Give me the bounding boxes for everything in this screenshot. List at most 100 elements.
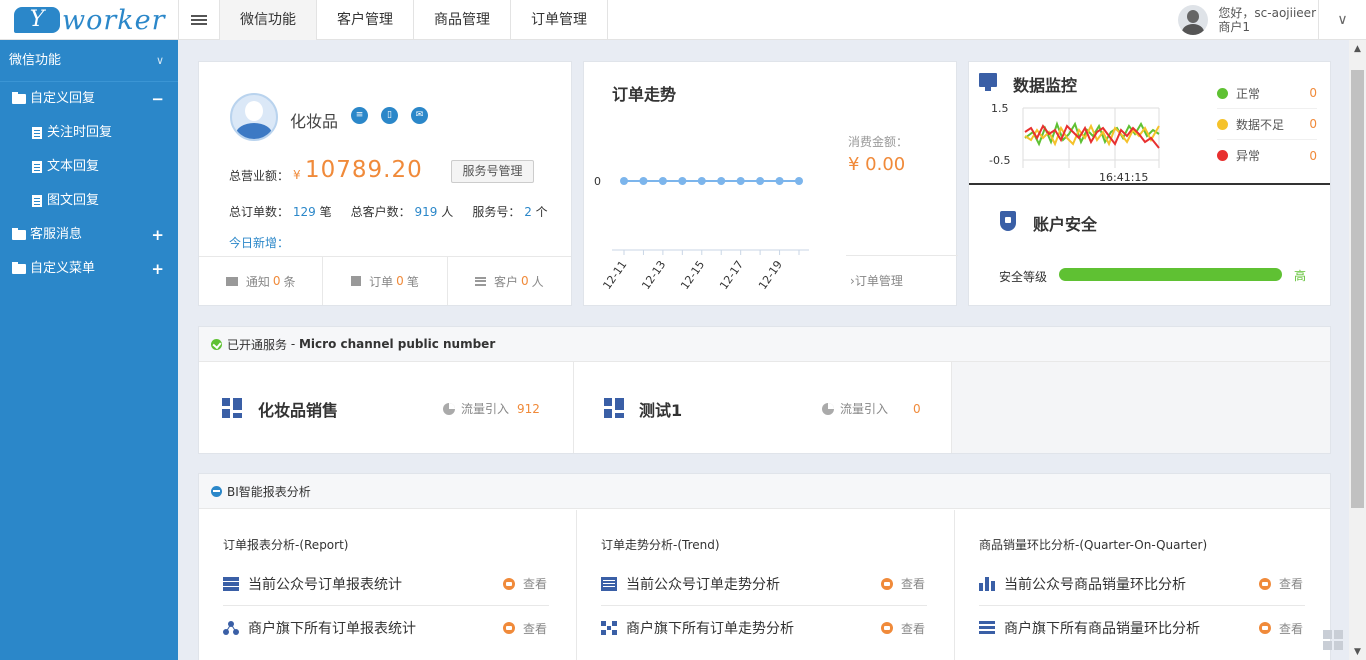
data-point[interactable] bbox=[678, 177, 687, 185]
customers-link[interactable]: 客户 0 人 bbox=[448, 257, 571, 305]
logo[interactable]: Y worker bbox=[0, 0, 178, 40]
status-dot-icon bbox=[1217, 150, 1228, 161]
tab-customer-management[interactable]: 客户管理 bbox=[317, 0, 414, 40]
view-link[interactable]: 查看 bbox=[901, 620, 927, 637]
service-name: 测试1 bbox=[639, 401, 683, 420]
notifications-count: 0 bbox=[272, 274, 281, 288]
table-icon bbox=[601, 576, 617, 591]
bi-header: BI智能报表分析 bbox=[199, 474, 1330, 509]
customers-footer-count: 0 bbox=[521, 274, 529, 288]
data-point[interactable] bbox=[697, 177, 706, 185]
collapse-circle-icon[interactable] bbox=[211, 485, 222, 497]
hamburger-icon bbox=[191, 13, 207, 27]
y-tick-label: 0 bbox=[594, 175, 601, 188]
legend-label: 异常 bbox=[1236, 149, 1261, 163]
service-account-button[interactable]: 服务号管理 bbox=[451, 160, 534, 183]
scrollbar-thumb[interactable] bbox=[1351, 70, 1364, 508]
view-link[interactable]: 查看 bbox=[1279, 620, 1305, 637]
security-level-label: 安全等级 bbox=[999, 270, 1048, 284]
legend-count: 0 bbox=[1309, 86, 1317, 100]
mail-icon[interactable]: ✉ bbox=[411, 107, 428, 124]
monitor-y-tick: -0.5 bbox=[989, 154, 1010, 167]
user-role: 商户1 bbox=[1218, 20, 1251, 34]
security-level-value: 高 bbox=[1294, 269, 1307, 283]
order-trend-chart: 0 12-11 12-13 12-15 12-17 12-19 bbox=[594, 175, 809, 292]
tab-product-management[interactable]: 商品管理 bbox=[414, 0, 511, 40]
bi-report-row[interactable]: 商户旗下所有商品销量环比分析 查看 bbox=[979, 606, 1305, 650]
services-value: 2 bbox=[524, 205, 532, 219]
bi-report-row[interactable]: 当前公众号订单走势分析 查看 bbox=[601, 562, 927, 606]
bi-report-row[interactable]: 商户旗下所有订单走势分析 查看 bbox=[601, 606, 927, 650]
logo-mark: Y bbox=[14, 7, 60, 33]
order-management-link[interactable]: ›订单管理 bbox=[850, 272, 903, 289]
sidebar-item-follow-reply[interactable]: 关注时回复 bbox=[0, 116, 178, 150]
profile-footer: 通知 0 条 订单 0 笔 客户 0 人 bbox=[199, 256, 571, 305]
dashboard-icon bbox=[604, 398, 624, 418]
data-point[interactable] bbox=[795, 177, 803, 185]
bi-report-row[interactable]: 当前公众号订单报表统计 查看 bbox=[223, 562, 549, 606]
service-card[interactable]: 化妆品销售 流量引入 912 bbox=[199, 362, 574, 453]
user-dropdown-button[interactable]: ∨ bbox=[1318, 0, 1366, 40]
expand-icon: + bbox=[151, 260, 164, 278]
sidebar-item-news-reply[interactable]: 图文回复 bbox=[0, 184, 178, 218]
phone-icon[interactable]: ▯ bbox=[381, 107, 398, 124]
bar-chart-icon bbox=[979, 576, 995, 591]
notifications-link[interactable]: 通知 0 条 bbox=[199, 257, 324, 305]
sidebar-item-customer-service[interactable]: 客服消息 + bbox=[0, 218, 178, 252]
sidebar-item-label: 自定义回复 bbox=[30, 91, 96, 106]
user-menu[interactable]: 您好，sc-aojiieer 商户1 bbox=[1178, 0, 1316, 40]
today-new-link[interactable]: 今日新增： bbox=[229, 234, 289, 251]
bi-report-row[interactable]: 当前公众号商品销量环比分析 查看 bbox=[979, 562, 1305, 606]
order-trend-panel: 订单走势 0 12-11 12-13 12-15 12-17 12-19 消费金额： ¥ … bbox=[583, 61, 958, 306]
orders-link[interactable]: 订单 0 笔 bbox=[323, 257, 448, 305]
bi-row-label: 当前公众号订单走势分析 bbox=[626, 576, 780, 593]
chevron-down-icon: ∨ bbox=[1337, 12, 1348, 28]
data-point[interactable] bbox=[717, 177, 726, 185]
view-link[interactable]: 查看 bbox=[523, 575, 549, 592]
legend-count: 0 bbox=[1309, 148, 1317, 163]
sidebar-item-label: 客服消息 bbox=[30, 227, 83, 242]
lock-icon bbox=[503, 577, 515, 590]
data-point[interactable] bbox=[736, 177, 745, 185]
x-tick-label: 12-19 bbox=[756, 258, 785, 292]
scroll-up-arrow-icon[interactable]: ▲ bbox=[1349, 40, 1366, 57]
lock-icon bbox=[503, 622, 515, 634]
orders-value: 129 bbox=[292, 205, 316, 219]
divider bbox=[846, 255, 958, 256]
data-point[interactable] bbox=[620, 177, 628, 185]
menu-toggle-button[interactable] bbox=[178, 0, 220, 40]
scrollbar[interactable]: ▲ ▼ bbox=[1349, 40, 1366, 660]
top-bar: Y worker 微信功能 客户管理 商品管理 订单管理 您好，sc-aojii… bbox=[0, 0, 1366, 40]
data-point[interactable] bbox=[658, 177, 667, 185]
tab-order-management[interactable]: 订单管理 bbox=[511, 0, 608, 40]
shield-lock-icon bbox=[1000, 211, 1016, 231]
grid-icon[interactable] bbox=[1323, 630, 1343, 650]
contact-card-icon[interactable]: ≡ bbox=[351, 107, 368, 124]
mail-icon bbox=[225, 276, 238, 286]
view-link[interactable]: 查看 bbox=[1279, 575, 1305, 592]
list-icon bbox=[474, 276, 486, 286]
tab-wechat-functions[interactable]: 微信功能 bbox=[220, 0, 317, 40]
shop-avatar bbox=[230, 93, 278, 141]
bi-column-trend: 订单走势分析-(Trend) 当前公众号订单走势分析 查看 商户旗下所有订单走势… bbox=[577, 510, 955, 660]
scroll-down-arrow-icon[interactable]: ▼ bbox=[1349, 643, 1366, 660]
data-point[interactable] bbox=[756, 177, 765, 185]
sidebar-item-custom-reply[interactable]: 自定义回复 − bbox=[0, 82, 178, 116]
bi-header-label: BI智能报表分析 bbox=[227, 484, 311, 499]
customers-footer-unit: 人 bbox=[531, 274, 544, 289]
empty-service-slot bbox=[952, 362, 1330, 453]
service-card[interactable]: 测试1 流量引入 0 bbox=[574, 362, 952, 453]
bi-column-report: 订单报表分析-(Report) 当前公众号订单报表统计 查看 商户旗下所有订单报… bbox=[199, 510, 577, 660]
orders-footer-label: 订单 bbox=[369, 274, 394, 289]
data-point[interactable] bbox=[775, 177, 784, 185]
server-list-icon bbox=[223, 576, 239, 591]
sidebar-item-label: 自定义菜单 bbox=[30, 261, 96, 276]
view-link[interactable]: 查看 bbox=[901, 575, 927, 592]
sidebar-item-custom-menu[interactable]: 自定义菜单 + bbox=[0, 252, 178, 286]
view-link[interactable]: 查看 bbox=[523, 620, 549, 637]
x-tick-label: 12-17 bbox=[717, 258, 746, 292]
sidebar-item-text-reply[interactable]: 文本回复 bbox=[0, 150, 178, 184]
bi-report-row[interactable]: 商户旗下所有订单报表统计 查看 bbox=[223, 606, 549, 650]
sidebar-header[interactable]: 微信功能 ∨ bbox=[0, 40, 178, 82]
data-point[interactable] bbox=[639, 177, 648, 185]
